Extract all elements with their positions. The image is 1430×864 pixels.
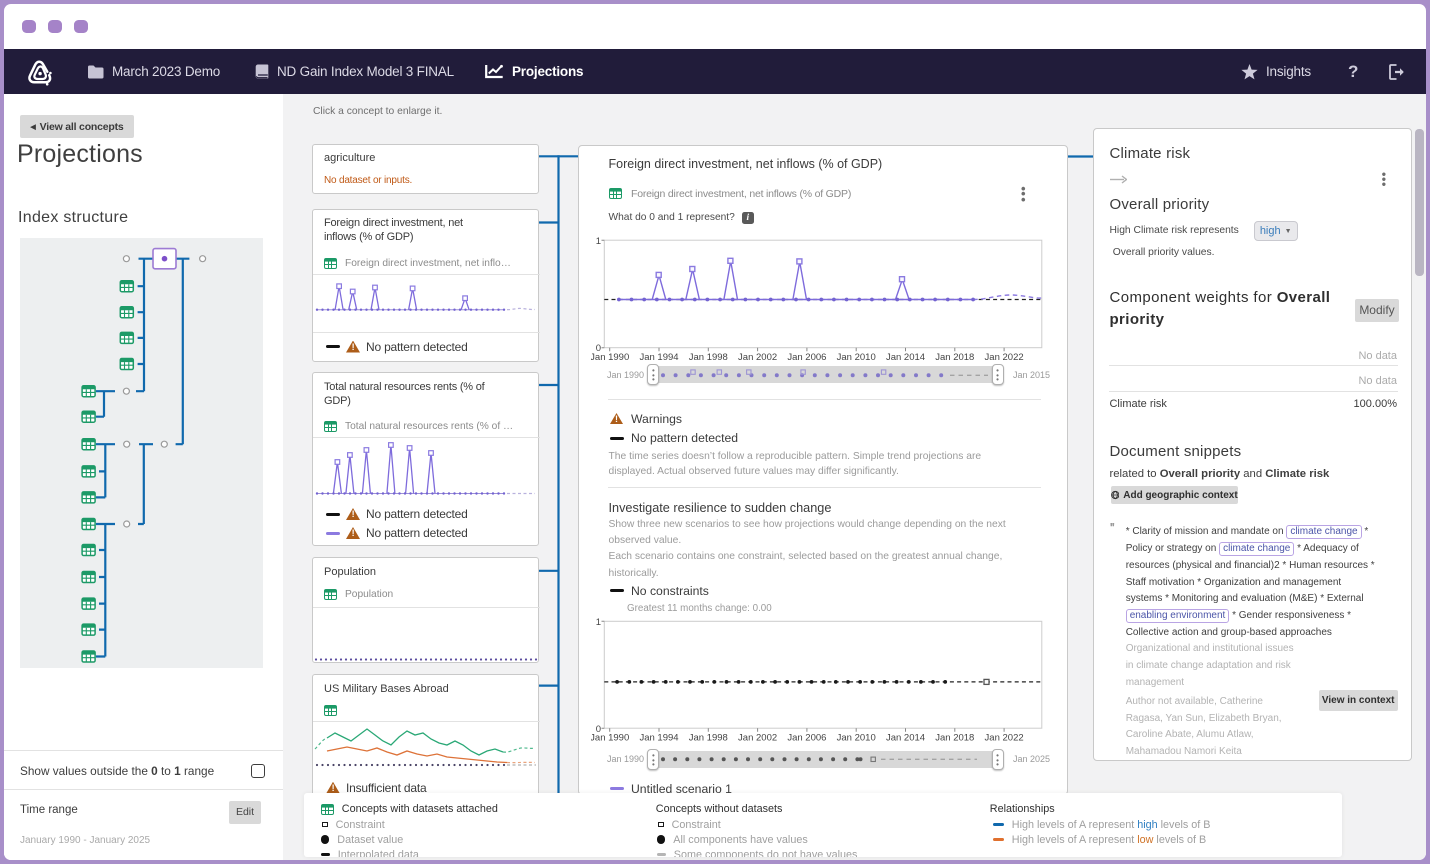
svg-text:1: 1 — [596, 617, 601, 628]
svg-text:Jan 1994: Jan 1994 — [639, 352, 678, 363]
svg-text:Jan 2014: Jan 2014 — [886, 352, 925, 363]
svg-text:Jan 1990: Jan 1990 — [591, 352, 629, 363]
svg-text:Jan 2002: Jan 2002 — [738, 732, 777, 743]
svg-text:Jan 2010: Jan 2010 — [837, 352, 876, 363]
svg-text:1: 1 — [596, 236, 601, 247]
svg-text:Jan 2010: Jan 2010 — [837, 732, 876, 743]
svg-text:Jan 2002: Jan 2002 — [738, 352, 777, 363]
svg-text:Jan 2006: Jan 2006 — [787, 732, 826, 743]
svg-text:Jan 1994: Jan 1994 — [639, 732, 678, 743]
svg-text:Jan 1990: Jan 1990 — [591, 732, 629, 743]
svg-text:Jan 2022: Jan 2022 — [985, 732, 1024, 743]
svg-text:Jan 1998: Jan 1998 — [689, 352, 728, 363]
svg-text:Jan 1998: Jan 1998 — [689, 732, 728, 743]
svg-text:Jan 2014: Jan 2014 — [886, 732, 925, 743]
svg-text:Jan 2006: Jan 2006 — [787, 352, 826, 363]
svg-text:Jan 2018: Jan 2018 — [935, 732, 974, 743]
svg-text:Jan 2022: Jan 2022 — [985, 352, 1024, 363]
svg-text:Jan 2018: Jan 2018 — [935, 352, 974, 363]
